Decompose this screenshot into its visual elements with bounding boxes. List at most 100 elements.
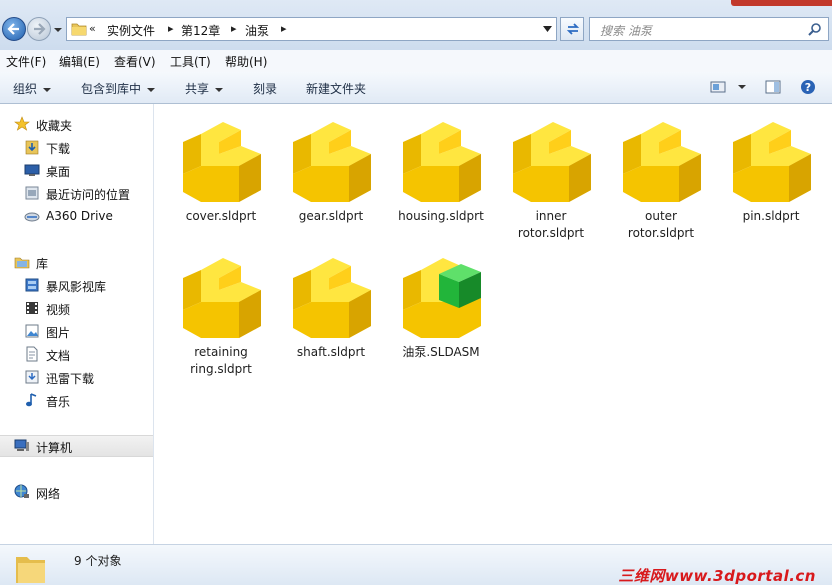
menu-help[interactable]: 帮助(H) (225, 53, 267, 70)
sldprt-part-icon (293, 258, 371, 338)
sldprt-part-icon (293, 122, 371, 202)
recent-places-icon (25, 186, 39, 200)
breadcrumb-item[interactable]: 第12章 (181, 22, 220, 39)
computer-icon (14, 439, 29, 451)
sldprt-part-icon (513, 122, 591, 202)
desktop-icon (24, 164, 40, 176)
file-name: cover.sldprt (185, 209, 257, 223)
sldprt-part-icon (733, 122, 811, 202)
menu-tools[interactable]: 工具(T) (170, 53, 211, 70)
sldprt-part-icon (623, 122, 701, 202)
file-name: 油泵.SLDASM (402, 345, 480, 359)
menu-file[interactable]: 文件(F) (6, 53, 46, 70)
new-folder-button[interactable]: 新建文件夹 (306, 80, 366, 97)
sldprt-part-icon (183, 258, 261, 338)
watermark: 三维网www.3dportal.cn (618, 567, 816, 585)
nav-label: 下载 (46, 142, 71, 156)
chevron-down-icon (215, 87, 224, 92)
file-name: inner rotor.sldprt (517, 209, 585, 240)
burn-button[interactable]: 刻录 (253, 80, 277, 97)
nav-downloads[interactable]: 下载 (0, 137, 153, 157)
file-name: pin.sldprt (742, 209, 800, 223)
file-item[interactable]: housing.sldprt (393, 104, 489, 232)
breadcrumb-separator-icon[interactable]: ▸ (281, 22, 287, 35)
chevron-down-icon (147, 87, 156, 92)
refresh-icon (566, 23, 580, 35)
picture-icon (25, 324, 39, 338)
arrow-left-icon (7, 23, 19, 35)
nav-label: 网络 (36, 487, 61, 501)
nav-label: 文档 (46, 349, 71, 363)
breadcrumb-separator-icon[interactable]: ▸ (231, 22, 237, 35)
nav-favorites[interactable]: 收藏夹 (0, 114, 153, 134)
nav-label: A360 Drive (46, 209, 113, 223)
forward-button[interactable] (27, 17, 51, 41)
search-placeholder: 搜索 油泵 (600, 24, 652, 38)
breadcrumb-item[interactable]: 油泵 (245, 22, 269, 39)
file-item[interactable]: cover.sldprt (173, 104, 269, 232)
recent-pages-dropdown-icon[interactable] (53, 27, 63, 33)
file-name: outer rotor.sldprt (627, 209, 695, 240)
nav-label: 暴风影视库 (46, 280, 107, 294)
nav-videos[interactable]: 视频 (0, 298, 153, 318)
file-name: retaining ring.sldprt (190, 345, 252, 376)
view-options-dropdown-icon[interactable] (738, 85, 746, 89)
item-count: 9 个对象 (74, 554, 122, 568)
include-in-library-button[interactable]: 包含到库中 (81, 80, 156, 97)
share-button[interactable]: 共享 (185, 80, 224, 97)
address-history-dropdown-icon[interactable] (543, 26, 552, 32)
music-note-icon (26, 393, 37, 407)
search-icon[interactable] (808, 22, 822, 36)
help-icon[interactable]: ? (800, 79, 816, 95)
overflow-chevron[interactable]: « (89, 22, 96, 35)
organize-button[interactable]: 组织 (13, 80, 52, 97)
nav-network[interactable]: 网络 (0, 482, 153, 502)
arrow-right-icon (34, 23, 46, 35)
file-item[interactable]: 油泵.SLDASM (393, 240, 489, 368)
search-input[interactable]: 搜索 油泵 (589, 17, 829, 41)
change-view-icon[interactable] (710, 79, 726, 95)
file-item[interactable]: gear.sldprt (283, 104, 379, 232)
nav-libraries[interactable]: 库 (0, 252, 153, 272)
cloud-drive-icon (24, 212, 40, 222)
back-button[interactable] (2, 17, 26, 41)
nav-documents[interactable]: 文档 (0, 344, 153, 364)
nav-recent-places[interactable]: 最近访问的位置 (0, 183, 153, 203)
file-item[interactable]: outer rotor.sldprt (613, 104, 709, 240)
download-folder-icon (25, 140, 39, 155)
star-icon (14, 116, 30, 131)
share-label: 共享 (185, 82, 210, 96)
refresh-button[interactable] (560, 17, 584, 41)
breadcrumb-item[interactable]: 实例文件 (107, 22, 155, 39)
network-globe-icon (14, 484, 29, 498)
sldprt-part-icon (183, 122, 261, 202)
nav-xunlei-downloads[interactable]: 迅雷下载 (0, 367, 153, 387)
nav-music[interactable]: 音乐 (0, 390, 153, 410)
organize-label: 组织 (13, 82, 38, 96)
nav-label: 迅雷下载 (46, 372, 95, 386)
address-bar[interactable]: « 实例文件 ▸ 第12章 ▸ 油泵 ▸ (66, 17, 557, 41)
file-item[interactable]: inner rotor.sldprt (503, 104, 599, 240)
folder-icon (16, 557, 45, 583)
file-item[interactable]: retaining ring.sldprt (173, 240, 269, 376)
file-item[interactable]: shaft.sldprt (283, 240, 379, 368)
file-list: cover.sldprt gear.sldprt housing.sldprt (154, 104, 832, 544)
nav-a360-drive[interactable]: A360 Drive (0, 206, 153, 226)
nav-pictures[interactable]: 图片 (0, 321, 153, 341)
file-item[interactable]: pin.sldprt (723, 104, 819, 232)
nav-baofeng-library[interactable]: 暴风影视库 (0, 275, 153, 295)
include-library-label: 包含到库中 (81, 82, 142, 96)
window-close-button[interactable] (731, 0, 832, 6)
folder-icon (71, 23, 87, 36)
breadcrumb-separator-icon[interactable]: ▸ (168, 22, 174, 35)
nav-label: 音乐 (46, 395, 71, 409)
nav-desktop[interactable]: 桌面 (0, 160, 153, 180)
nav-label: 图片 (46, 326, 71, 340)
address-row: « 实例文件 ▸ 第12章 ▸ 油泵 ▸ 搜索 油泵 (0, 0, 832, 50)
menu-view[interactable]: 查看(V) (114, 53, 156, 70)
nav-computer[interactable]: 计算机 (0, 435, 153, 457)
preview-pane-icon[interactable] (765, 79, 781, 95)
document-icon (26, 346, 38, 362)
menu-edit[interactable]: 编辑(E) (59, 53, 100, 70)
media-library-icon (25, 278, 39, 292)
